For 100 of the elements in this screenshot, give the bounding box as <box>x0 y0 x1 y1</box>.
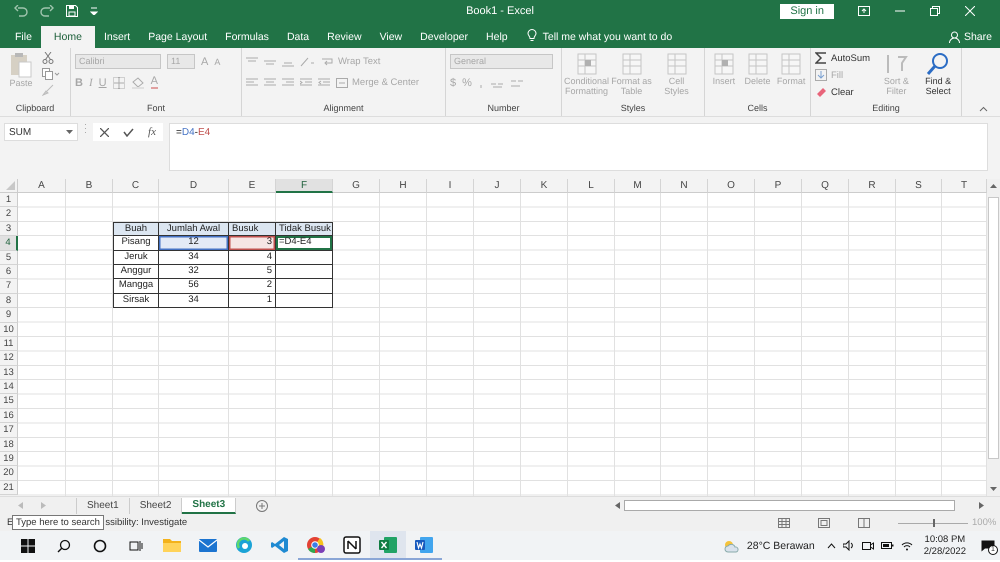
row-header[interactable]: 18 <box>0 438 18 452</box>
ribbon-tab[interactable]: Data <box>278 26 318 48</box>
row-header[interactable]: 20 <box>0 466 18 481</box>
column-header[interactable]: C <box>113 179 159 193</box>
scissors-icon[interactable] <box>42 52 54 64</box>
lightbulb-icon[interactable] <box>526 29 537 42</box>
column-header[interactable]: H <box>380 179 427 193</box>
scrollbar-thumb[interactable] <box>988 196 999 458</box>
tell-me-search[interactable]: Tell me what you want to do <box>542 26 672 48</box>
column-header[interactable]: T <box>942 179 987 193</box>
indent-icon[interactable] <box>318 78 330 88</box>
ribbon-tab[interactable]: Formulas <box>216 26 278 48</box>
row-header[interactable]: 2 <box>0 207 18 222</box>
column-header[interactable]: P <box>755 179 802 193</box>
row-header[interactable]: 5 <box>0 250 18 265</box>
column-header[interactable]: O <box>708 179 755 193</box>
ribbon-tab[interactable]: Home <box>40 26 95 48</box>
orientation-icon[interactable] <box>300 56 316 66</box>
row-header[interactable]: 15 <box>0 394 18 409</box>
ribbon-tab[interactable]: Review <box>318 26 371 48</box>
column-header[interactable]: E <box>229 179 276 193</box>
weather-icon[interactable] <box>722 538 741 552</box>
ribbon-tab[interactable]: Insert <box>94 26 140 48</box>
row-header[interactable]: 9 <box>0 308 18 323</box>
zoom-slider[interactable] <box>898 518 968 528</box>
redo-icon[interactable] <box>40 5 54 17</box>
battery-icon[interactable] <box>880 541 894 550</box>
column-header[interactable]: R <box>849 179 896 193</box>
close-icon[interactable] <box>965 6 975 16</box>
row-header[interactable]: 1 <box>0 193 18 208</box>
formula-field[interactable]: =D4-E4 <box>169 123 988 171</box>
column-header[interactable]: S <box>896 179 942 193</box>
align-center-icon[interactable] <box>264 78 276 88</box>
decrease-decimal-icon[interactable] <box>510 78 524 88</box>
excel-icon[interactable] <box>370 531 406 560</box>
column-header[interactable]: L <box>568 179 615 193</box>
column-header[interactable]: N <box>661 179 708 193</box>
row-header[interactable]: 3 <box>0 222 18 236</box>
cancel-icon[interactable] <box>100 128 109 136</box>
name-box[interactable]: SUM <box>4 123 78 141</box>
sheet-tab[interactable]: Sheet3 <box>182 498 236 514</box>
chevron-up-icon[interactable] <box>826 542 836 548</box>
row-header[interactable]: 6 <box>0 264 18 280</box>
column-header[interactable]: Q <box>802 179 849 193</box>
column-header[interactable]: B <box>66 179 113 193</box>
scroll-right-icon[interactable] <box>979 502 984 509</box>
task-view-icon[interactable] <box>129 538 143 552</box>
scroll-up-icon[interactable] <box>990 183 997 188</box>
row-header[interactable]: 19 <box>0 452 18 466</box>
collapse-ribbon-icon[interactable] <box>979 106 988 112</box>
row-header[interactable]: 11 <box>0 336 18 352</box>
indent-icon[interactable] <box>300 78 312 88</box>
search-icon[interactable] <box>57 538 71 552</box>
checkmark-icon[interactable] <box>123 128 134 136</box>
row-header[interactable]: 13 <box>0 366 18 380</box>
align-right-icon[interactable] <box>282 78 294 88</box>
scroll-down-icon[interactable] <box>990 487 997 492</box>
ribbon-button[interactable]: Find & Select <box>919 50 957 103</box>
column-header[interactable]: I <box>427 179 474 193</box>
column-header[interactable]: M <box>615 179 661 193</box>
ribbon-tab[interactable]: View <box>370 26 412 48</box>
accessibility-status[interactable]: ssibility: Investigate <box>105 517 188 528</box>
ribbon-tab[interactable]: Help <box>477 26 517 48</box>
undo-icon[interactable] <box>14 5 28 17</box>
ribbon-button[interactable]: AutoSum <box>815 52 874 64</box>
ribbon-tab[interactable]: Page Layout <box>139 26 216 48</box>
row-header[interactable]: 17 <box>0 423 18 438</box>
save-icon[interactable] <box>66 5 78 17</box>
scrollbar-thumb[interactable] <box>624 500 955 511</box>
row-header[interactable]: 8 <box>0 294 18 308</box>
share-button[interactable]: Share <box>948 26 992 48</box>
camera-icon[interactable] <box>862 540 874 551</box>
row-header[interactable]: 12 <box>0 351 18 366</box>
column-header[interactable]: K <box>521 179 568 193</box>
page-layout-icon[interactable] <box>818 518 830 528</box>
wifi-icon[interactable] <box>900 540 913 550</box>
add-sheet-icon[interactable] <box>256 500 268 512</box>
windows-start-icon[interactable] <box>21 538 35 552</box>
speaker-icon[interactable] <box>842 540 855 551</box>
clock[interactable]: 10:08 PM 2/28/2022 <box>924 534 966 558</box>
ribbon-button[interactable]: Clear <box>815 86 874 98</box>
column-header[interactable]: J <box>474 179 521 193</box>
row-header[interactable]: 10 <box>0 322 18 337</box>
align-left-icon[interactable] <box>246 78 258 88</box>
row-header[interactable]: 21 <box>0 480 18 496</box>
normal-view-icon[interactable] <box>778 518 790 528</box>
circle-icon[interactable] <box>93 538 107 552</box>
ribbon-tab[interactable]: Developer <box>411 26 478 48</box>
column-header[interactable]: D <box>159 179 229 193</box>
row-header[interactable]: 4 <box>0 236 18 251</box>
ribbon-tab[interactable]: File <box>6 26 41 48</box>
restore-icon[interactable] <box>930 6 940 16</box>
sign-in-button[interactable]: Sign in <box>780 4 834 18</box>
fill-color-icon[interactable] <box>130 76 145 88</box>
column-header[interactable]: F <box>276 179 333 193</box>
insert-function-button[interactable]: fx <box>148 126 156 138</box>
borders-icon[interactable] <box>112 76 125 88</box>
ribbon-display-icon[interactable] <box>858 6 870 16</box>
copy-icon[interactable] <box>42 68 60 80</box>
page-break-icon[interactable] <box>858 518 870 528</box>
